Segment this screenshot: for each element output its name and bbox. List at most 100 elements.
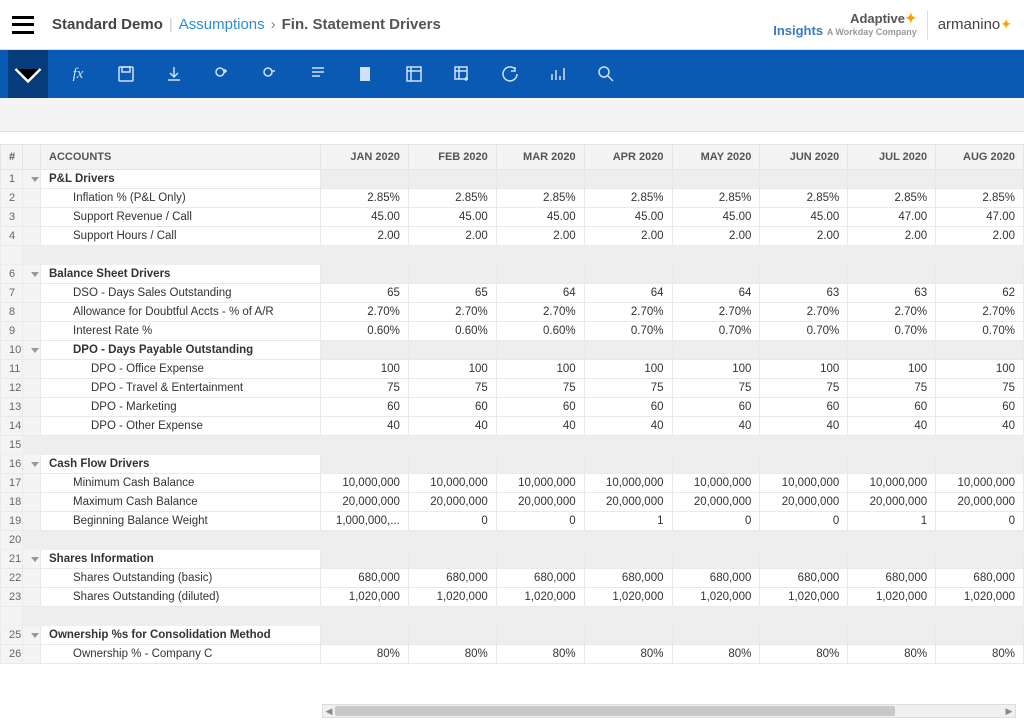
row-number[interactable]: 25 bbox=[1, 626, 23, 645]
row-number[interactable]: 26 bbox=[1, 645, 23, 664]
cell[interactable] bbox=[672, 626, 760, 645]
row-number[interactable]: 16 bbox=[1, 455, 23, 474]
cell[interactable] bbox=[584, 550, 672, 569]
cell[interactable] bbox=[321, 607, 409, 626]
cell[interactable]: 40 bbox=[672, 417, 760, 436]
account-name[interactable]: DPO - Marketing bbox=[41, 398, 321, 417]
cell[interactable] bbox=[496, 550, 584, 569]
row-number[interactable] bbox=[1, 246, 23, 265]
cell[interactable] bbox=[584, 626, 672, 645]
account-name[interactable]: Ownership %s for Consolidation Method bbox=[41, 626, 321, 645]
cell[interactable] bbox=[496, 455, 584, 474]
formula-button[interactable]: fx bbox=[56, 50, 100, 98]
cell[interactable]: 47.00 bbox=[936, 208, 1024, 227]
cell[interactable] bbox=[408, 265, 496, 284]
cell[interactable]: 65 bbox=[321, 284, 409, 303]
cell[interactable] bbox=[672, 170, 760, 189]
cell[interactable]: 10,000,000 bbox=[848, 474, 936, 493]
cell[interactable] bbox=[321, 341, 409, 360]
cell[interactable] bbox=[848, 265, 936, 284]
cell[interactable] bbox=[760, 265, 848, 284]
cell[interactable] bbox=[584, 455, 672, 474]
cell[interactable]: 0 bbox=[672, 512, 760, 531]
cell[interactable]: 2.85% bbox=[321, 189, 409, 208]
cell[interactable]: 2.00 bbox=[848, 227, 936, 246]
cell[interactable] bbox=[408, 626, 496, 645]
cell[interactable] bbox=[936, 607, 1024, 626]
cell[interactable]: 80% bbox=[321, 645, 409, 664]
sheet-plus-button[interactable] bbox=[440, 50, 484, 98]
cell[interactable]: 75 bbox=[584, 379, 672, 398]
cell[interactable] bbox=[321, 626, 409, 645]
cell[interactable]: 75 bbox=[321, 379, 409, 398]
cell[interactable] bbox=[760, 341, 848, 360]
cell[interactable] bbox=[936, 531, 1024, 550]
account-name[interactable]: DPO - Travel & Entertainment bbox=[41, 379, 321, 398]
col-header[interactable]: FEB 2020 bbox=[408, 145, 496, 170]
cell[interactable] bbox=[936, 341, 1024, 360]
cell[interactable]: 20,000,000 bbox=[936, 493, 1024, 512]
cell[interactable]: 60 bbox=[672, 398, 760, 417]
cell[interactable] bbox=[408, 246, 496, 265]
cell[interactable]: 100 bbox=[672, 360, 760, 379]
cell[interactable]: 2.70% bbox=[408, 303, 496, 322]
cell[interactable] bbox=[496, 436, 584, 455]
data-grid[interactable]: #ACCOUNTSJAN 2020FEB 2020MAR 2020APR 202… bbox=[0, 144, 1024, 664]
cell[interactable] bbox=[848, 436, 936, 455]
cell[interactable]: 0.70% bbox=[936, 322, 1024, 341]
cell[interactable]: 20,000,000 bbox=[321, 493, 409, 512]
col-header[interactable]: # bbox=[1, 145, 23, 170]
cell[interactable] bbox=[496, 170, 584, 189]
cell[interactable]: 45.00 bbox=[321, 208, 409, 227]
cell[interactable]: 2.70% bbox=[321, 303, 409, 322]
account-name[interactable] bbox=[41, 246, 321, 265]
cell[interactable]: 1,020,000 bbox=[321, 588, 409, 607]
cell[interactable]: 75 bbox=[936, 379, 1024, 398]
cell[interactable] bbox=[848, 170, 936, 189]
row-number[interactable]: 8 bbox=[1, 303, 23, 322]
cell[interactable] bbox=[408, 531, 496, 550]
cell[interactable] bbox=[672, 246, 760, 265]
row-number[interactable]: 20 bbox=[1, 531, 23, 550]
expand-toggle[interactable] bbox=[23, 265, 41, 284]
col-header[interactable]: JAN 2020 bbox=[321, 145, 409, 170]
cell[interactable]: 2.00 bbox=[936, 227, 1024, 246]
cell[interactable] bbox=[321, 455, 409, 474]
cell[interactable]: 60 bbox=[321, 398, 409, 417]
cell[interactable]: 62 bbox=[936, 284, 1024, 303]
cell[interactable] bbox=[496, 341, 584, 360]
cell[interactable] bbox=[760, 246, 848, 265]
cell[interactable]: 80% bbox=[496, 645, 584, 664]
cell[interactable]: 2.00 bbox=[672, 227, 760, 246]
cell[interactable]: 680,000 bbox=[848, 569, 936, 588]
cell[interactable] bbox=[760, 626, 848, 645]
cell[interactable]: 20,000,000 bbox=[584, 493, 672, 512]
cell[interactable]: 40 bbox=[848, 417, 936, 436]
row-number[interactable]: 10 bbox=[1, 341, 23, 360]
cell[interactable]: 2.70% bbox=[936, 303, 1024, 322]
row-number[interactable]: 18 bbox=[1, 493, 23, 512]
account-name[interactable]: Shares Outstanding (diluted) bbox=[41, 588, 321, 607]
horizontal-scrollbar[interactable]: ◀▶ bbox=[322, 704, 1016, 718]
col-header[interactable]: APR 2020 bbox=[584, 145, 672, 170]
account-name[interactable]: Inflation % (P&L Only) bbox=[41, 189, 321, 208]
cell[interactable] bbox=[321, 170, 409, 189]
cell[interactable] bbox=[496, 265, 584, 284]
download-button[interactable] bbox=[152, 50, 196, 98]
cell[interactable]: 2.70% bbox=[584, 303, 672, 322]
cell[interactable]: 1,020,000 bbox=[760, 588, 848, 607]
cell[interactable]: 2.70% bbox=[672, 303, 760, 322]
cell[interactable]: 0.70% bbox=[672, 322, 760, 341]
cell[interactable] bbox=[936, 550, 1024, 569]
cell[interactable]: 45.00 bbox=[760, 208, 848, 227]
cell[interactable] bbox=[584, 531, 672, 550]
cell[interactable]: 0.60% bbox=[496, 322, 584, 341]
row-number[interactable]: 12 bbox=[1, 379, 23, 398]
cell[interactable] bbox=[584, 436, 672, 455]
cell[interactable]: 80% bbox=[672, 645, 760, 664]
cell[interactable]: 75 bbox=[496, 379, 584, 398]
cell[interactable]: 47.00 bbox=[848, 208, 936, 227]
cell[interactable] bbox=[760, 531, 848, 550]
cell[interactable]: 680,000 bbox=[584, 569, 672, 588]
cell[interactable]: 60 bbox=[408, 398, 496, 417]
